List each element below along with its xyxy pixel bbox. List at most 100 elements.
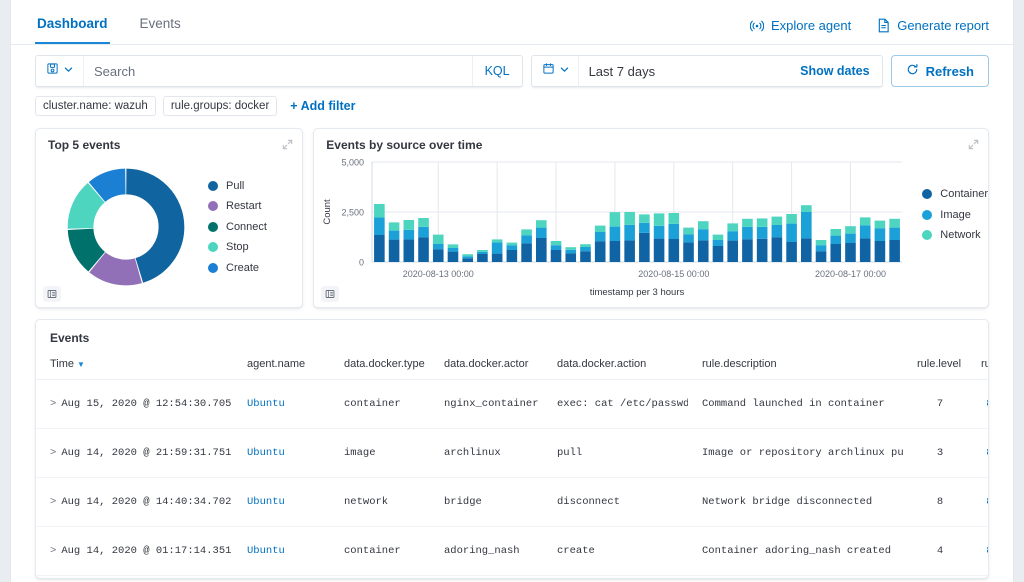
bar-segment-container[interactable] — [727, 240, 739, 262]
query-language-button[interactable]: KQL — [471, 56, 522, 86]
bar-segment-image[interactable] — [403, 229, 415, 240]
bar-segment-image[interactable] — [712, 240, 724, 246]
bar-segment-container[interactable] — [712, 246, 724, 262]
rule-id-link[interactable]: 87901 — [986, 545, 988, 557]
generate-report-button[interactable]: Generate report — [877, 18, 989, 33]
bar-segment-container[interactable] — [889, 240, 901, 262]
bar-segment-container[interactable] — [654, 238, 665, 262]
legend-item-stop[interactable]: Stop — [208, 241, 267, 253]
bar-segment-image[interactable] — [727, 231, 739, 241]
bar-segment-image[interactable] — [845, 233, 857, 243]
bar-segment-network[interactable] — [860, 217, 871, 226]
bar-segment-image[interactable] — [624, 224, 636, 241]
bar-segment-container[interactable] — [492, 253, 503, 262]
show-dates-button[interactable]: Show dates — [788, 64, 881, 78]
bar-segment-container[interactable] — [580, 251, 592, 262]
column-header-docker-type[interactable]: data.docker.type — [330, 352, 430, 380]
column-header-time[interactable]: Time ▼ — [36, 352, 233, 380]
expand-icon[interactable] — [282, 137, 293, 155]
column-header-agent-name[interactable]: agent.name — [233, 352, 330, 380]
date-range-value[interactable]: Last 7 days — [579, 64, 789, 79]
bar-segment-container[interactable] — [786, 242, 798, 262]
bar-segment-container[interactable] — [668, 239, 680, 262]
table-row[interactable]: > Aug 15, 2020 @ 12:54:30.705 Ubuntu contai… — [36, 379, 988, 429]
column-header-rule-id[interactable]: rule.id — [967, 352, 988, 380]
bar-segment-network[interactable] — [565, 247, 577, 250]
bar-segment-network[interactable] — [845, 226, 857, 234]
bar-segment-image[interactable] — [565, 249, 577, 254]
bar-segment-container[interactable] — [477, 254, 489, 262]
agent-name-link[interactable]: Ubuntu — [247, 545, 285, 557]
bar-segment-container[interactable] — [595, 241, 606, 262]
donut-slice-create[interactable] — [67, 168, 185, 285]
bar-segment-container[interactable] — [433, 249, 444, 262]
refresh-button[interactable]: Refresh — [890, 55, 989, 87]
bar-segment-image[interactable] — [742, 226, 754, 240]
bar-segment-network[interactable] — [447, 244, 459, 248]
bar-segment-image[interactable] — [771, 225, 783, 238]
bar-segment-network[interactable] — [389, 222, 400, 231]
bar-segment-network[interactable] — [771, 216, 783, 225]
bar-segment-image[interactable] — [609, 226, 621, 241]
bar-segment-image[interactable] — [374, 217, 385, 235]
rule-id-link[interactable]: 87932 — [986, 447, 988, 459]
bar-segment-network[interactable] — [580, 244, 592, 247]
bar-segment-network[interactable] — [506, 242, 518, 246]
bar-segment-network[interactable] — [403, 220, 415, 230]
bar-segment-image[interactable] — [536, 227, 547, 238]
bar-segment-container[interactable] — [609, 241, 621, 262]
bar-segment-container[interactable] — [506, 250, 518, 262]
bar-segment-image[interactable] — [816, 245, 827, 252]
bar-segment-image[interactable] — [654, 225, 665, 239]
agent-name-link[interactable]: Ubuntu — [247, 447, 285, 459]
bar-segment-network[interactable] — [889, 218, 901, 228]
bar-segment-network[interactable] — [433, 234, 444, 244]
bar-segment-container[interactable] — [403, 239, 415, 262]
bar-segment-network[interactable] — [874, 220, 886, 229]
bar-segment-container[interactable] — [860, 238, 871, 262]
bar-segment-network[interactable] — [712, 234, 724, 240]
bar-segment-container[interactable] — [845, 243, 857, 262]
bar-segment-network[interactable] — [492, 239, 503, 243]
bar-segment-network[interactable] — [639, 214, 650, 223]
bar-segment-container[interactable] — [698, 240, 709, 262]
bar-segment-network[interactable] — [624, 212, 636, 225]
bar-segment-image[interactable] — [830, 235, 842, 244]
saved-query-button[interactable] — [36, 56, 84, 86]
column-header-rule-level[interactable]: rule.level — [903, 352, 967, 380]
bar-segment-container[interactable] — [447, 251, 459, 262]
bar-segment-container[interactable] — [565, 253, 577, 262]
bar-segment-network[interactable] — [742, 218, 754, 227]
legend-item-create[interactable]: Create — [208, 262, 267, 274]
bar-segment-container[interactable] — [418, 237, 430, 262]
legend-item-restart[interactable]: Restart — [208, 200, 267, 212]
bar-segment-image[interactable] — [595, 232, 606, 242]
bar-segment-image[interactable] — [639, 222, 650, 233]
bar-segment-container[interactable] — [801, 238, 812, 262]
bar-segment-network[interactable] — [521, 229, 533, 236]
bar-segment-container[interactable] — [389, 239, 400, 262]
filter-pill-cluster-name[interactable]: cluster.name: wazuh — [35, 96, 156, 116]
agent-name-link[interactable]: Ubuntu — [247, 398, 285, 410]
bar-segment-network[interactable] — [668, 213, 680, 224]
bar-segment-network[interactable] — [609, 212, 621, 227]
bar-segment-image[interactable] — [860, 225, 871, 239]
row-expand-icon[interactable]: > — [50, 447, 56, 459]
row-expand-icon[interactable]: > — [50, 496, 56, 508]
bar-segment-network[interactable] — [462, 254, 474, 257]
bar-segment-image[interactable] — [477, 251, 489, 254]
search-input[interactable]: Search — [84, 64, 472, 79]
bar-segment-network[interactable] — [786, 214, 798, 224]
table-row[interactable]: > Aug 14, 2020 @ 21:59:31.751 Ubuntu image a… — [36, 428, 988, 478]
bar-segment-network[interactable] — [536, 220, 547, 228]
bar-segment-container[interactable] — [771, 237, 783, 262]
bar-segment-image[interactable] — [786, 223, 798, 242]
bar-segment-network[interactable] — [816, 240, 827, 246]
bar-segment-image[interactable] — [698, 229, 709, 241]
date-quick-menu-button[interactable] — [532, 56, 579, 86]
bar-segment-container[interactable] — [536, 238, 547, 262]
bar-segment-image[interactable] — [521, 235, 533, 244]
bar-segment-container[interactable] — [521, 243, 533, 262]
legend-item-container[interactable]: Container — [922, 188, 988, 200]
row-expand-icon[interactable]: > — [50, 545, 56, 557]
